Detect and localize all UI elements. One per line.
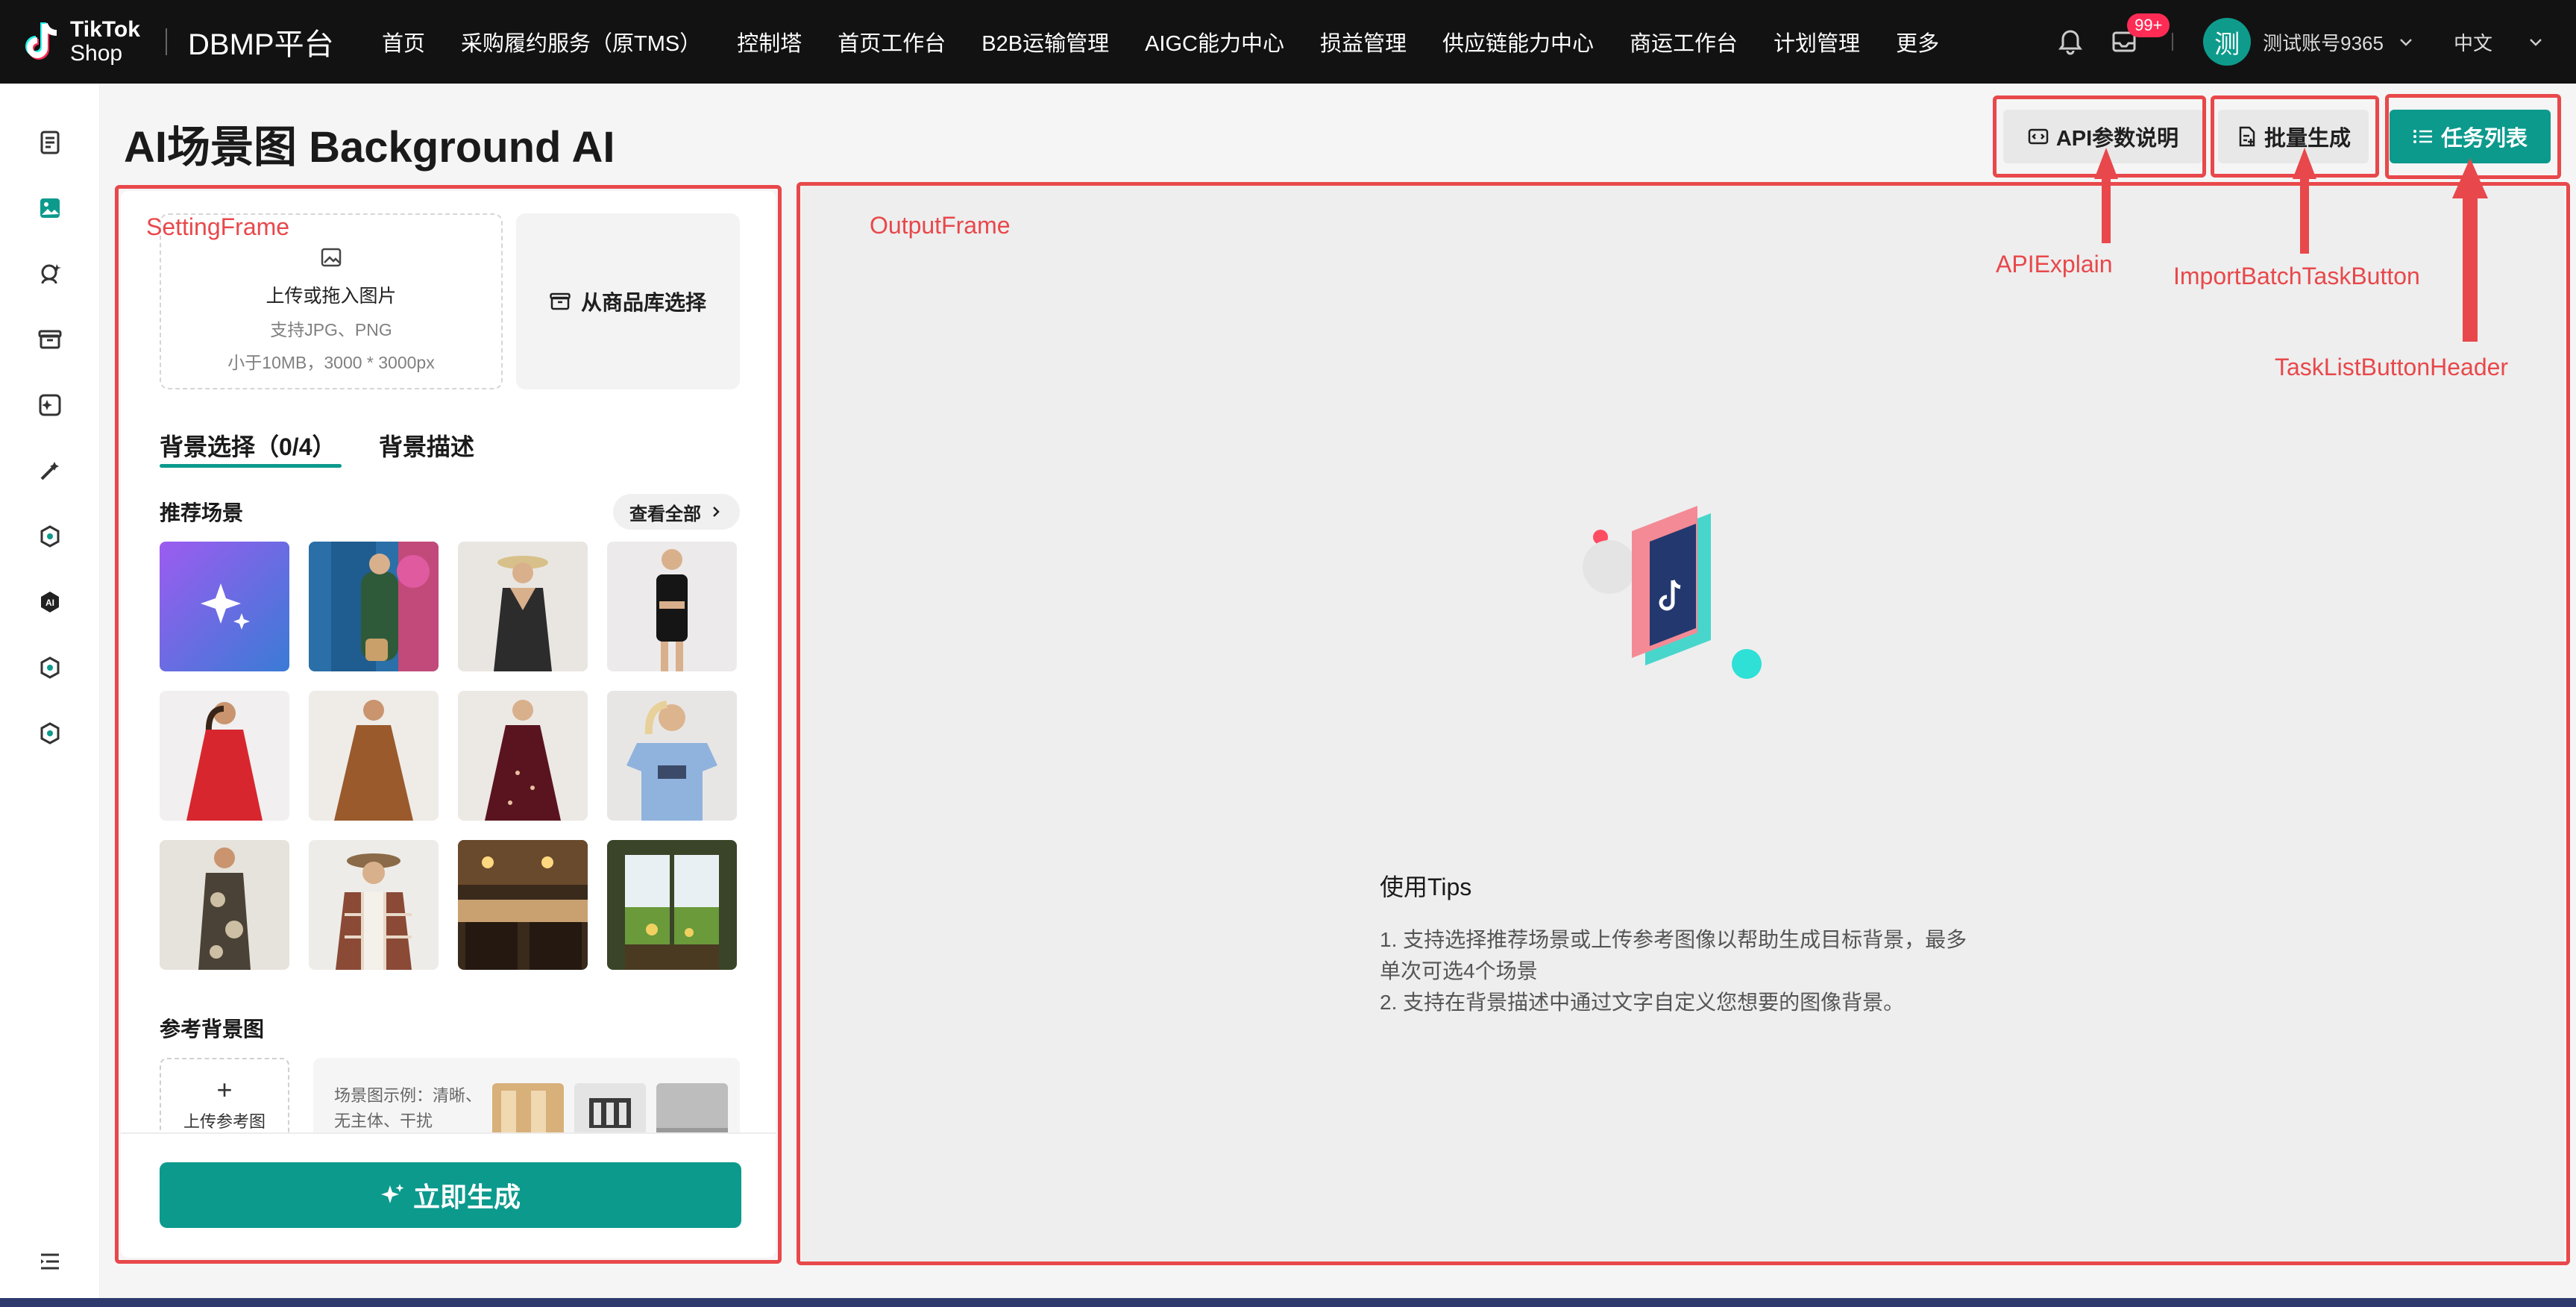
output-frame-label: OutputFrame — [870, 212, 1011, 239]
arrow-up-icon — [2094, 148, 2118, 243]
tiktok-logo-icon — [25, 22, 57, 60]
logo-divider — [166, 28, 167, 55]
bell-icon[interactable] — [2055, 27, 2085, 57]
arrow-up-icon — [2452, 158, 2488, 342]
platform-name: DBMP平台 — [188, 28, 334, 61]
logo-text-shop: Shop — [70, 41, 123, 66]
import-batch-label: ImportBatchTaskButton — [2173, 263, 2420, 289]
hexagon-icon[interactable] — [36, 522, 64, 551]
hexagon-icon[interactable] — [36, 654, 64, 682]
page-title: AI场景图 Background AI — [124, 123, 615, 172]
ai-badge-icon[interactable]: AI — [36, 588, 64, 616]
nav-item-profit-loss[interactable]: 损益管理 — [1320, 26, 1407, 57]
setting-frame-label: SettingFrame — [146, 213, 290, 240]
task-list-label-annotation: TaskListButtonHeader — [2275, 354, 2509, 380]
document-icon[interactable] — [36, 128, 64, 157]
setting-frame-highlight — [115, 185, 782, 1264]
left-icon-sidebar: AI — [0, 84, 100, 1307]
bottom-strip — [0, 1298, 2576, 1307]
output-frame-highlight — [797, 182, 2570, 1265]
nav-item-procurement[interactable]: 采购履约服务（原TMS） — [461, 26, 701, 57]
inbox-icon[interactable]: 99+ — [2109, 13, 2170, 57]
api-explain-label: APIExplain — [1996, 251, 2113, 278]
nav-item-planning[interactable]: 计划管理 — [1774, 26, 1860, 57]
top-navigation-bar: TikTok Shop DBMP平台 首页 采购履约服务（原TMS） 控制塔 首… — [0, 0, 2576, 84]
ai-person-icon[interactable] — [36, 260, 64, 288]
language-switcher[interactable]: 中文 — [2454, 28, 2492, 56]
sparkle-image-icon[interactable] — [36, 391, 64, 419]
collapse-menu-icon[interactable] — [36, 1247, 64, 1276]
nav-item-b2b-transport[interactable]: B2B运输管理 — [981, 26, 1109, 57]
nav-item-more[interactable]: 更多 — [1896, 26, 1939, 57]
avatar[interactable]: 测 — [2203, 18, 2252, 66]
nav-item-home[interactable]: 首页 — [382, 26, 425, 57]
top-right-tools: 99+ 测 测试账号9365 中文 — [2055, 0, 2576, 84]
image-icon[interactable] — [36, 194, 64, 222]
nav-item-control-tower[interactable]: 控制塔 — [737, 26, 802, 57]
tiktok-shop-logo[interactable]: TikTok Shop — [22, 19, 149, 65]
box-icon[interactable] — [36, 325, 64, 354]
chevron-down-icon[interactable] — [2397, 33, 2415, 51]
notification-badge: 99+ — [2127, 13, 2170, 37]
arrow-up-icon — [2293, 148, 2316, 254]
chevron-down-icon[interactable] — [2527, 33, 2545, 51]
account-name[interactable]: 测试账号9365 — [2263, 28, 2384, 56]
nav-item-supply-chain[interactable]: 供应链能力中心 — [1442, 26, 1594, 57]
logo-text-tiktok: TikTok — [70, 17, 140, 42]
nav-item-home-workbench[interactable]: 首页工作台 — [838, 26, 946, 57]
main-nav: 首页 采购履约服务（原TMS） 控制塔 首页工作台 B2B运输管理 AIGC能力… — [382, 26, 1975, 57]
magic-wand-icon[interactable] — [36, 457, 64, 485]
hexagon-icon[interactable] — [36, 719, 64, 747]
nav-item-merchant-ops[interactable]: 商运工作台 — [1630, 26, 1738, 57]
svg-text:AI: AI — [45, 598, 54, 608]
nav-item-aigc-center[interactable]: AIGC能力中心 — [1145, 26, 1284, 57]
tools-divider — [2172, 33, 2174, 51]
